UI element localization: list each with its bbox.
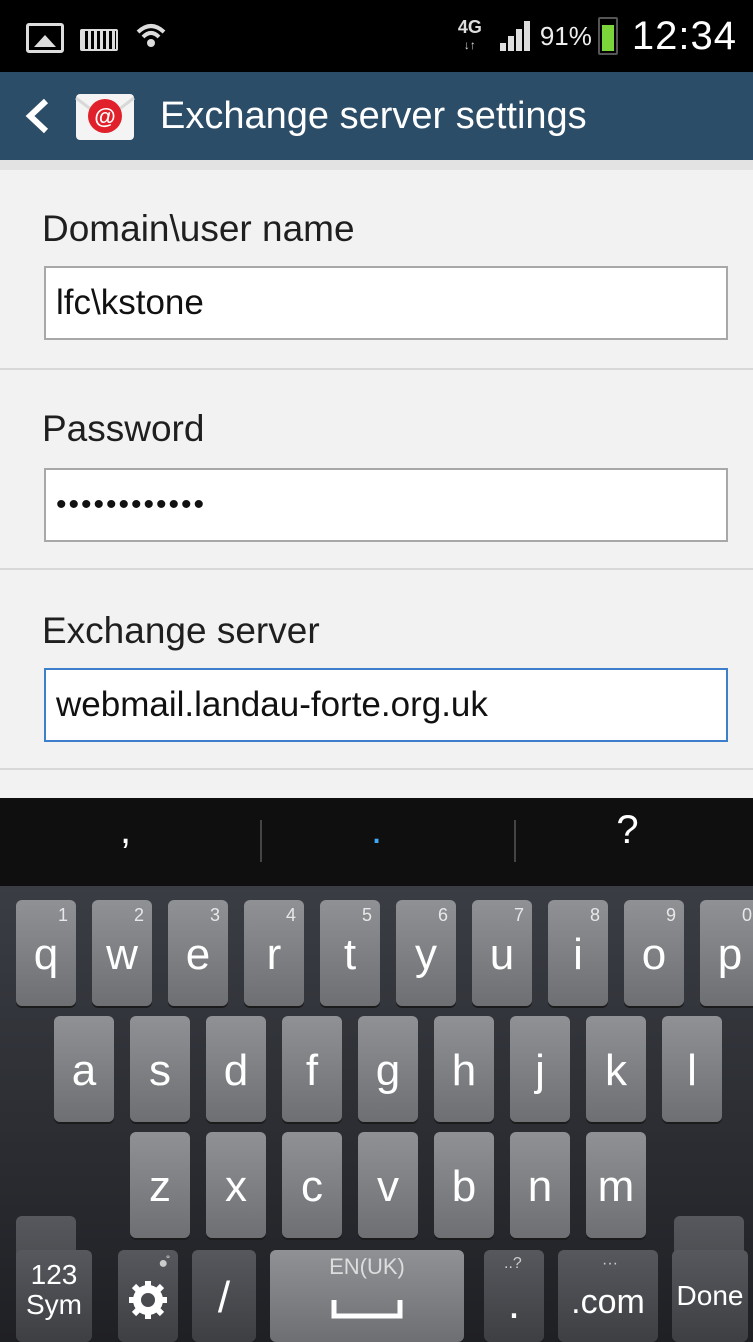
domain-user-section: Domain\user name lfc\kstone bbox=[0, 170, 753, 370]
wifi-sync-icon bbox=[134, 20, 168, 56]
slash-key[interactable]: / bbox=[192, 1250, 256, 1342]
period-key[interactable]: ..? . bbox=[484, 1250, 544, 1342]
key-area: 1q2w3e4r5t6y7u8i9o0p asdfghjkl zxcvbnm 1… bbox=[0, 886, 753, 1342]
key-letter: o bbox=[641, 930, 667, 979]
key-letter: r bbox=[266, 930, 282, 979]
settings-mic-key[interactable]: ●̊ bbox=[118, 1250, 178, 1342]
key-f[interactable]: f bbox=[282, 1016, 342, 1122]
suggestion-bar: , . ? bbox=[0, 798, 753, 886]
key-s[interactable]: s bbox=[130, 1016, 190, 1122]
key-l[interactable]: l bbox=[662, 1016, 722, 1122]
mic-icon: ●̊ bbox=[158, 1255, 168, 1272]
key-letter: p bbox=[717, 930, 743, 979]
key-d[interactable]: d bbox=[206, 1016, 266, 1122]
status-bar: 4G ↓↑ 91% 12:34 bbox=[0, 0, 753, 72]
key-number-hint: 7 bbox=[513, 905, 524, 925]
key-number-hint: 0 bbox=[741, 905, 752, 925]
password-input[interactable]: •••••••••••• bbox=[44, 468, 728, 542]
key-o[interactable]: 9o bbox=[624, 900, 684, 1006]
key-e[interactable]: 3e bbox=[168, 900, 228, 1006]
keyboard-icon bbox=[80, 29, 118, 51]
key-w[interactable]: 2w bbox=[92, 900, 152, 1006]
svg-text:@: @ bbox=[94, 104, 115, 129]
key-p[interactable]: 0p bbox=[700, 900, 753, 1006]
settings-form: Domain\user name lfc\kstone Password •••… bbox=[0, 160, 753, 798]
key-z[interactable]: z bbox=[130, 1132, 190, 1238]
key-t[interactable]: 5t bbox=[320, 900, 380, 1006]
password-label: Password bbox=[42, 408, 205, 449]
key-number-hint: 5 bbox=[361, 905, 372, 925]
symbols-key[interactable]: 123 Sym bbox=[16, 1250, 92, 1342]
exchange-server-input[interactable]: webmail.landau-forte.org.uk bbox=[44, 668, 728, 742]
signal-icon bbox=[499, 21, 534, 51]
key-letter: u bbox=[489, 930, 515, 979]
key-u[interactable]: 7u bbox=[472, 900, 532, 1006]
key-letter: y bbox=[415, 930, 437, 979]
key-b[interactable]: b bbox=[434, 1132, 494, 1238]
exchange-server-section: Exchange server webmail.landau-forte.org… bbox=[0, 570, 753, 770]
key-i[interactable]: 8i bbox=[548, 900, 608, 1006]
key-m[interactable]: m bbox=[586, 1132, 646, 1238]
done-key[interactable]: Done bbox=[672, 1250, 748, 1342]
key-a[interactable]: a bbox=[54, 1016, 114, 1122]
key-letter: w bbox=[106, 930, 138, 979]
battery-percent: 91% bbox=[539, 20, 592, 51]
password-section: Password •••••••••••• bbox=[0, 370, 753, 570]
suggestion-question[interactable]: ? bbox=[502, 808, 753, 853]
keyboard: , . ? 1q2w3e4r5t6y7u8i9o0p asdfghjkl zxc… bbox=[0, 798, 753, 1342]
space-key[interactable]: EN(UK) bbox=[270, 1250, 464, 1342]
key-c[interactable]: c bbox=[282, 1132, 342, 1238]
gear-icon bbox=[129, 1281, 167, 1319]
suggestion-comma[interactable]: , bbox=[0, 808, 251, 853]
domain-user-label: Domain\user name bbox=[42, 208, 355, 249]
language-label: EN(UK) bbox=[329, 1254, 405, 1279]
space-icon bbox=[331, 1300, 403, 1319]
status-notifications bbox=[26, 20, 168, 56]
domain-user-input[interactable]: lfc\kstone bbox=[44, 266, 728, 340]
key-y[interactable]: 6y bbox=[396, 900, 456, 1006]
key-q[interactable]: 1q bbox=[16, 900, 76, 1006]
exchange-server-label: Exchange server bbox=[42, 610, 320, 651]
key-number-hint: 9 bbox=[665, 905, 676, 925]
key-h[interactable]: h bbox=[434, 1016, 494, 1122]
key-j[interactable]: j bbox=[510, 1016, 570, 1122]
key-v[interactable]: v bbox=[358, 1132, 418, 1238]
key-number-hint: 8 bbox=[589, 905, 600, 925]
key-r[interactable]: 4r bbox=[244, 900, 304, 1006]
action-bar: @ Exchange server settings bbox=[0, 72, 753, 160]
key-letter: e bbox=[185, 930, 211, 979]
key-n[interactable]: n bbox=[510, 1132, 570, 1238]
key-number-hint: 4 bbox=[285, 905, 296, 925]
page-title: Exchange server settings bbox=[160, 95, 587, 137]
key-letter: t bbox=[343, 930, 357, 979]
dotcom-key[interactable]: ··· .com bbox=[558, 1250, 658, 1342]
key-number-hint: 1 bbox=[57, 905, 68, 925]
key-g[interactable]: g bbox=[358, 1016, 418, 1122]
key-number-hint: 3 bbox=[209, 905, 220, 925]
key-k[interactable]: k bbox=[586, 1016, 646, 1122]
key-x[interactable]: x bbox=[206, 1132, 266, 1238]
key-letter: i bbox=[573, 930, 583, 979]
battery-icon bbox=[597, 17, 618, 55]
key-number-hint: 2 bbox=[133, 905, 144, 925]
email-app-icon[interactable]: @ bbox=[72, 86, 138, 146]
back-chevron-icon[interactable] bbox=[22, 98, 52, 134]
clock: 12:34 bbox=[631, 13, 737, 58]
suggestion-period[interactable]: . bbox=[251, 808, 502, 853]
key-number-hint: 6 bbox=[437, 905, 448, 925]
gallery-icon bbox=[26, 23, 64, 53]
key-letter: q bbox=[33, 930, 59, 979]
status-system: 4G ↓↑ 91% 12:34 bbox=[458, 8, 737, 64]
network-type: 4G ↓↑ bbox=[457, 17, 482, 52]
